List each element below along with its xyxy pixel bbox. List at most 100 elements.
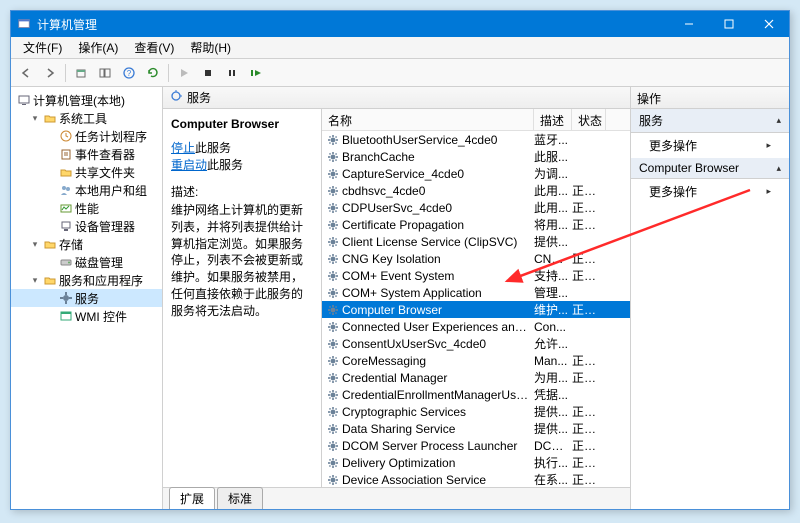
actions-item[interactable]: 更多操作▸ xyxy=(631,179,789,204)
expander-icon[interactable]: ▾ xyxy=(29,239,41,250)
disk-icon xyxy=(59,255,73,269)
service-row[interactable]: Client License Service (ClipSVC)提供... xyxy=(322,233,630,250)
service-list: 名称描述状态 BluetoothUserService_4cde0蓝牙...Br… xyxy=(321,109,630,487)
tree-group[interactable]: ▾存储 xyxy=(11,235,162,253)
gear-icon xyxy=(326,133,340,147)
service-row[interactable]: Certificate Propagation将用...正在... xyxy=(322,216,630,233)
actions-panel: 操作 服务▴更多操作▸Computer Browser▴更多操作▸ xyxy=(631,87,789,509)
gear-icon xyxy=(326,422,340,436)
actions-group-header[interactable]: Computer Browser▴ xyxy=(631,158,789,179)
service-row[interactable]: Data Sharing Service提供...正在... xyxy=(322,420,630,437)
service-row[interactable]: CredentialEnrollmentManagerUserSvc_4c...… xyxy=(322,386,630,403)
close-button[interactable] xyxy=(749,11,789,37)
maximize-button[interactable] xyxy=(709,11,749,37)
menu-view[interactable]: 查看(V) xyxy=(126,37,182,58)
menubar: 文件(F) 操作(A) 查看(V) 帮助(H) xyxy=(11,37,789,59)
minimize-button[interactable] xyxy=(669,11,709,37)
gear-icon xyxy=(326,201,340,215)
tree-item[interactable]: 事件查看器 xyxy=(11,145,162,163)
desc-label: 描述: xyxy=(171,183,313,200)
menu-action[interactable]: 操作(A) xyxy=(70,37,126,58)
tree-item[interactable]: 共享文件夹 xyxy=(11,163,162,181)
menu-file[interactable]: 文件(F) xyxy=(15,37,70,58)
tree-root[interactable]: 计算机管理(本地) xyxy=(11,91,162,109)
column-header-status[interactable]: 状态 xyxy=(572,109,606,130)
gear-icon xyxy=(326,303,340,317)
forward-button[interactable] xyxy=(39,62,61,84)
service-row[interactable]: ConsentUxUserSvc_4cde0允许... xyxy=(322,335,630,352)
tree-item[interactable]: 本地用户和组 xyxy=(11,181,162,199)
detail-panel: Computer Browser 停止此服务 重启动此服务 描述: 维护网络上计… xyxy=(163,109,321,487)
service-row[interactable]: CaptureService_4cde0为调... xyxy=(322,165,630,182)
tree-group[interactable]: ▾服务和应用程序 xyxy=(11,271,162,289)
actions-item[interactable]: 更多操作▸ xyxy=(631,133,789,158)
service-row[interactable]: cbdhsvc_4cde0此用...正在... xyxy=(322,182,630,199)
desc-text: 维护网络上计算机的更新列表，并将列表提供给计算机指定浏览。如果服务停止，列表不会… xyxy=(171,202,313,320)
chevron-up-icon: ▴ xyxy=(776,163,781,174)
restart-service-link[interactable]: 重启动 xyxy=(171,158,207,172)
service-row[interactable]: BluetoothUserService_4cde0蓝牙... xyxy=(322,131,630,148)
tree-panel: 计算机管理(本地) ▾系统工具任务计划程序事件查看器共享文件夹本地用户和组性能设… xyxy=(11,87,163,509)
folder-icon xyxy=(43,111,57,125)
column-header-name[interactable]: 名称 xyxy=(322,109,534,130)
tree-item[interactable]: 性能 xyxy=(11,199,162,217)
refresh-icon xyxy=(169,89,183,106)
tree-root-label: 计算机管理(本地) xyxy=(33,92,125,109)
help-icon[interactable]: ? xyxy=(118,62,140,84)
stop-svc-icon[interactable] xyxy=(197,62,219,84)
folder-icon xyxy=(43,237,57,251)
client-area: 计算机管理(本地) ▾系统工具任务计划程序事件查看器共享文件夹本地用户和组性能设… xyxy=(11,87,789,509)
device-icon xyxy=(59,219,73,233)
up-button[interactable] xyxy=(70,62,92,84)
center-header: 服务 xyxy=(163,87,630,109)
start-svc-icon[interactable] xyxy=(173,62,195,84)
gear-icon xyxy=(326,439,340,453)
column-header-desc[interactable]: 描述 xyxy=(534,109,572,130)
gear-icon xyxy=(326,405,340,419)
restart-svc-icon[interactable] xyxy=(245,62,267,84)
showhide-button[interactable] xyxy=(94,62,116,84)
gear-icon xyxy=(326,184,340,198)
service-row[interactable]: CNG Key IsolationCNG...正在... xyxy=(322,250,630,267)
tree-item[interactable]: WMI 控件 xyxy=(11,307,162,325)
tabs: 扩展 标准 xyxy=(163,487,630,509)
menu-help[interactable]: 帮助(H) xyxy=(182,37,239,58)
service-row[interactable]: Connected User Experiences and Teleme...… xyxy=(322,318,630,335)
gear-icon xyxy=(326,286,340,300)
refresh-icon[interactable] xyxy=(142,62,164,84)
service-row[interactable]: DCOM Server Process LauncherDCO...正在... xyxy=(322,437,630,454)
gear-icon xyxy=(326,354,340,368)
gear-icon xyxy=(326,235,340,249)
tab-standard[interactable]: 标准 xyxy=(217,487,263,509)
wmi-icon xyxy=(59,309,73,323)
tree-item[interactable]: 磁盘管理 xyxy=(11,253,162,271)
service-row[interactable]: Credential Manager为用...正在... xyxy=(322,369,630,386)
gear-icon xyxy=(326,269,340,283)
expander-icon[interactable]: ▾ xyxy=(29,113,41,124)
service-row[interactable]: Computer Browser维护...正在... xyxy=(322,301,630,318)
gear-icon xyxy=(326,388,340,402)
service-row[interactable]: Cryptographic Services提供...正在... xyxy=(322,403,630,420)
computer-icon xyxy=(17,93,31,107)
back-button[interactable] xyxy=(15,62,37,84)
tree-item[interactable]: 服务 xyxy=(11,289,162,307)
service-row[interactable]: COM+ Event System支持...正在... xyxy=(322,267,630,284)
pause-svc-icon[interactable] xyxy=(221,62,243,84)
service-row[interactable]: COM+ System Application管理... xyxy=(322,284,630,301)
gear-icon xyxy=(326,150,340,164)
stop-service-link[interactable]: 停止 xyxy=(171,141,195,155)
service-row[interactable]: CDPUserSvc_4cde0此用...正在... xyxy=(322,199,630,216)
tree-group[interactable]: ▾系统工具 xyxy=(11,109,162,127)
titlebar: 计算机管理 xyxy=(11,11,789,37)
tree-item[interactable]: 设备管理器 xyxy=(11,217,162,235)
service-row[interactable]: CoreMessagingMan...正在... xyxy=(322,352,630,369)
service-row[interactable]: BranchCache此服... xyxy=(322,148,630,165)
tab-extended[interactable]: 扩展 xyxy=(169,487,215,509)
list-body[interactable]: BluetoothUserService_4cde0蓝牙...BranchCac… xyxy=(322,131,630,487)
gear-icon xyxy=(326,252,340,266)
tree-item[interactable]: 任务计划程序 xyxy=(11,127,162,145)
expander-icon[interactable]: ▾ xyxy=(29,275,41,286)
service-row[interactable]: Delivery Optimization执行...正在... xyxy=(322,454,630,471)
service-row[interactable]: Device Association Service在系...正在... xyxy=(322,471,630,487)
actions-group-header[interactable]: 服务▴ xyxy=(631,109,789,133)
